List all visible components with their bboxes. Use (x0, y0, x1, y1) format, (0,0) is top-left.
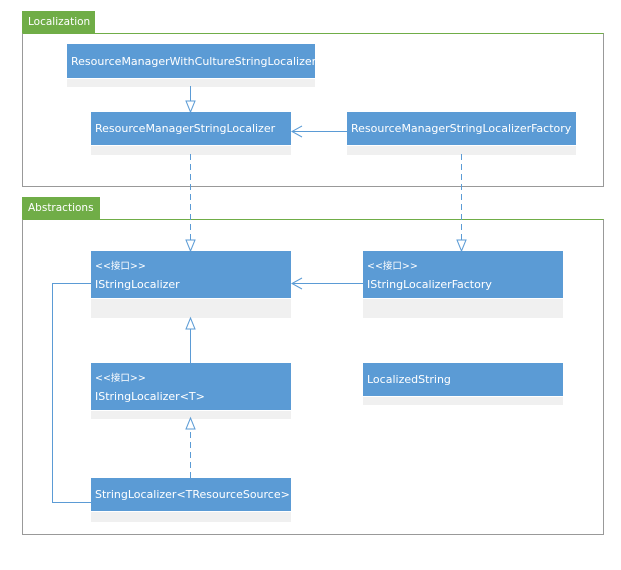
class-name: StringLocalizer<TResourceSource> (95, 488, 290, 501)
uml-diagram: Localization Abstractions ResourceManage… (0, 0, 621, 570)
class-name: IStringLocalizer<T> (95, 390, 205, 403)
class-localized-string[interactable]: LocalizedString (363, 363, 563, 405)
stereotype: <<接口>> (95, 261, 146, 272)
package-tab-abstractions: Abstractions (22, 197, 100, 219)
class-string-localizer[interactable]: StringLocalizer<TResourceSource> (91, 478, 291, 522)
class-name: ResourceManagerStringLocalizer (95, 122, 276, 135)
class-name: LocalizedString (367, 373, 451, 386)
class-resource-manager-string-localizer[interactable]: ResourceManagerStringLocalizer (91, 112, 291, 155)
class-name: ResourceManagerStringLocalizerFactory (351, 122, 572, 135)
interface-istring-localizer-factory[interactable]: <<接口>> IStringLocalizerFactory (363, 251, 563, 318)
class-name: ResourceManagerWithCultureStringLocalize… (71, 54, 317, 68)
class-resource-manager-string-localizer-factory[interactable]: ResourceManagerStringLocalizerFactory (347, 112, 576, 155)
class-resource-manager-with-culture-string-localizer[interactable]: ResourceManagerWithCultureStringLocalize… (67, 44, 317, 87)
class-name: IStringLocalizer (95, 278, 180, 291)
class-name: IStringLocalizerFactory (367, 278, 492, 291)
interface-istring-localizer[interactable]: <<接口>> IStringLocalizer (91, 251, 291, 318)
stereotype: <<接口>> (367, 261, 418, 272)
package-tab-localization: Localization (22, 11, 95, 33)
stereotype: <<接口>> (95, 373, 146, 384)
interface-istring-localizer-t[interactable]: <<接口>> IStringLocalizer<T> (91, 363, 291, 419)
